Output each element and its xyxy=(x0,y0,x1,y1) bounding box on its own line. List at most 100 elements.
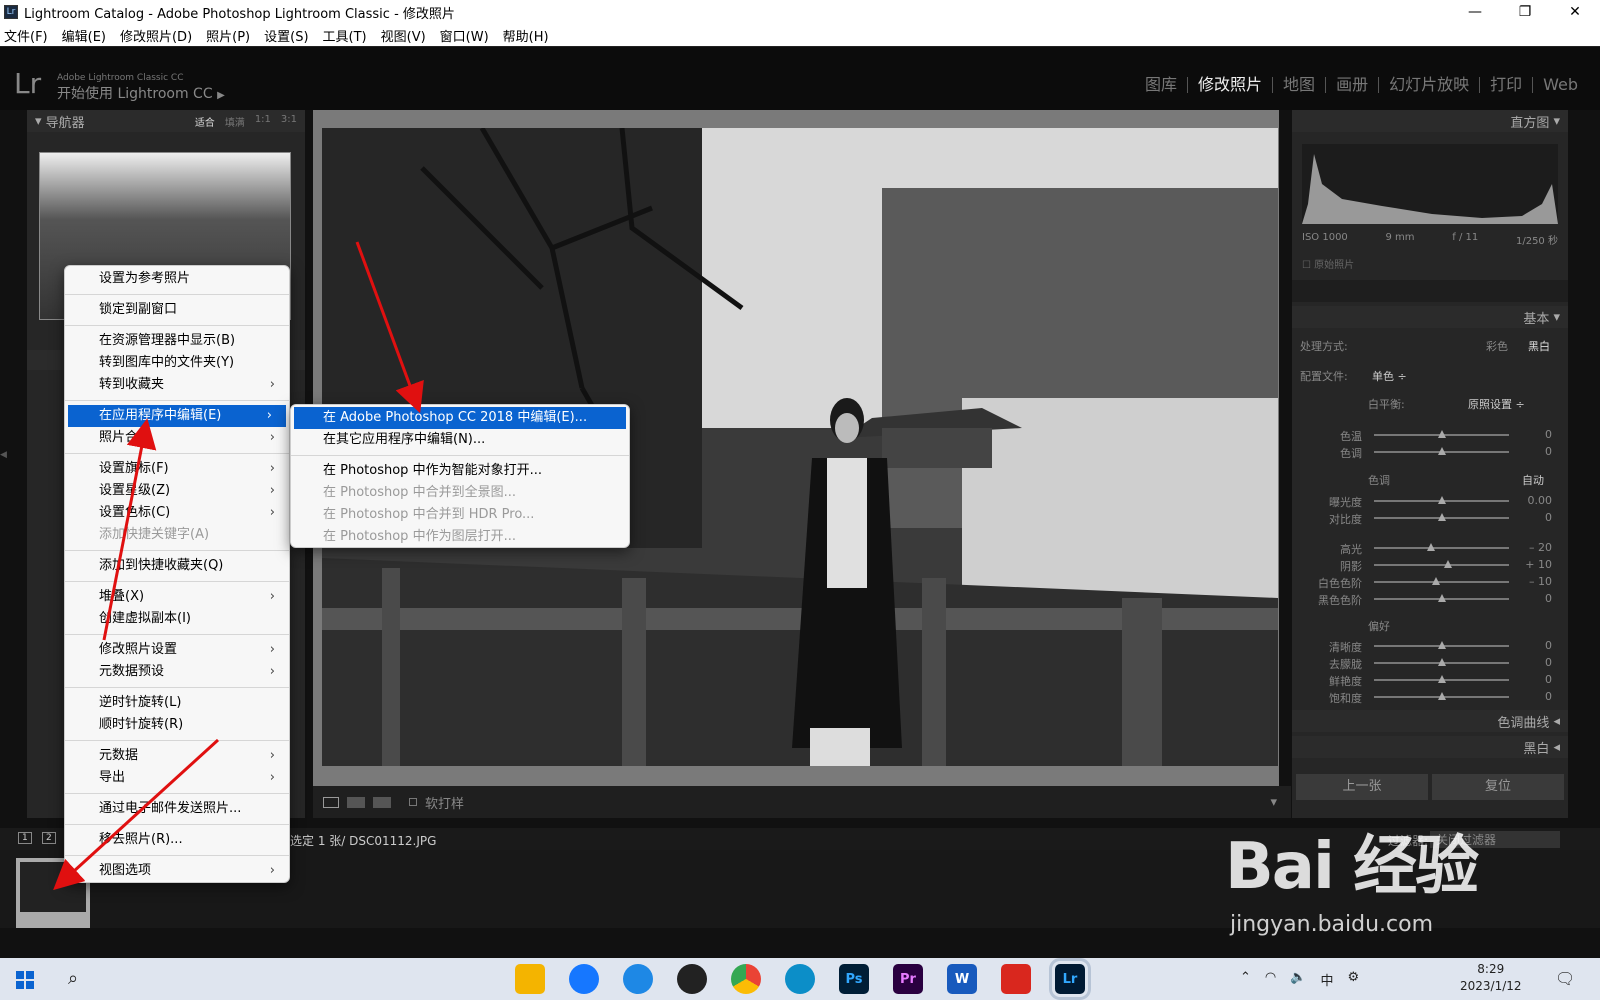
slider-value[interactable]: 0 xyxy=(1512,690,1552,703)
slider-value[interactable]: – 10 xyxy=(1512,575,1552,588)
toolbar-menu-icon[interactable]: ▾ xyxy=(1270,795,1277,810)
chevron-up-icon[interactable]: ⌃ xyxy=(1240,970,1251,989)
slider-knob[interactable] xyxy=(1426,543,1435,551)
auto-button[interactable]: 自动 xyxy=(1522,472,1544,488)
slider-row[interactable]: 色调 0 xyxy=(1300,445,1560,460)
context-menu-item[interactable]: 创建虚拟副本(I) xyxy=(65,608,289,630)
menu-photo[interactable]: 照片(P) xyxy=(206,26,250,45)
slider-value[interactable]: 0.00 xyxy=(1512,494,1553,507)
slider-knob[interactable] xyxy=(1444,560,1453,568)
treatment-bw[interactable]: 黑白 xyxy=(1528,338,1550,354)
left-panel-toggle[interactable]: ◀ xyxy=(0,450,10,470)
context-menu-item[interactable]: 视图选项 › xyxy=(65,860,289,882)
volume-icon[interactable]: 🔈 xyxy=(1290,970,1306,989)
context-menu-item[interactable]: 移去照片(R)... xyxy=(65,829,289,851)
word-icon[interactable]: W xyxy=(947,964,977,994)
clock[interactable]: 8:29 2023/1/12 xyxy=(1460,961,1522,995)
slider-row[interactable]: 曝光度 0.00 xyxy=(1300,494,1560,509)
qq-browser-icon[interactable] xyxy=(569,964,599,994)
context-menu-item[interactable]: 在应用程序中编辑(E) › xyxy=(68,405,286,427)
edge-icon[interactable] xyxy=(785,964,815,994)
slider-row[interactable]: 鲜艳度 0 xyxy=(1300,673,1560,688)
module-web[interactable]: Web xyxy=(1533,77,1588,93)
slider-value[interactable]: 0 xyxy=(1512,656,1552,669)
submenu-item[interactable]: 在 Photoshop 中作为智能对象打开... xyxy=(291,460,629,482)
slider-value[interactable]: 0 xyxy=(1512,592,1552,605)
wps-icon[interactable] xyxy=(1001,964,1031,994)
slider-track[interactable] xyxy=(1374,581,1509,583)
slider-track[interactable] xyxy=(1374,564,1509,566)
slider-value[interactable]: 0 xyxy=(1512,428,1552,441)
ime-indicator[interactable]: 中 xyxy=(1320,970,1333,989)
premiere-icon[interactable]: Pr xyxy=(893,964,923,994)
minimize-icon[interactable]: — xyxy=(1450,4,1500,20)
context-menu-item[interactable]: 修改照片设置 › xyxy=(65,639,289,661)
search-icon[interactable]: ⌕ xyxy=(68,968,78,989)
slider-knob[interactable] xyxy=(1432,577,1441,585)
menu-file[interactable]: 文件(F) xyxy=(4,26,48,45)
slider-value[interactable]: 0 xyxy=(1512,511,1552,524)
context-menu-item[interactable]: 堆叠(X) › xyxy=(65,586,289,608)
zoom-1-1[interactable]: 1:1 xyxy=(255,114,271,129)
settings-icon[interactable]: ⚙ xyxy=(1347,970,1359,989)
menu-edit[interactable]: 编辑(E) xyxy=(62,26,106,45)
brand-big-text[interactable]: 开始使用 Lightroom CC ▶ xyxy=(57,83,225,103)
file-explorer-icon[interactable] xyxy=(515,964,545,994)
context-menu-item[interactable]: 通过电子邮件发送照片... xyxy=(65,798,289,820)
context-menu-item[interactable]: 添加到快捷收藏夹(Q) xyxy=(65,555,289,577)
navigator-header[interactable]: ▾ 导航器 适合 填满 1:1 3:1 xyxy=(27,110,305,132)
slider-row[interactable]: 去朦胧 0 xyxy=(1300,656,1560,671)
slider-value[interactable]: + 10 xyxy=(1512,558,1552,571)
ie-icon[interactable] xyxy=(623,964,653,994)
menu-settings[interactable]: 设置(S) xyxy=(264,26,308,45)
page-1[interactable]: 1 xyxy=(18,832,32,844)
menu-tools[interactable]: 工具(T) xyxy=(323,26,367,45)
slider-knob[interactable] xyxy=(1437,658,1446,666)
wb-value[interactable]: 原照设置 ÷ xyxy=(1468,396,1525,412)
context-menu-item[interactable]: 在资源管理器中显示(B) xyxy=(65,330,289,352)
notification-icon[interactable]: 🗨 xyxy=(1555,969,1575,988)
qq-icon[interactable] xyxy=(677,964,707,994)
softproof-checkbox[interactable] xyxy=(409,798,417,806)
context-menu-item[interactable]: 设置色标(C) › xyxy=(65,502,289,524)
module-develop[interactable]: 修改照片 xyxy=(1188,77,1274,93)
tone-curve-header[interactable]: 色调曲线 ◂ xyxy=(1292,710,1568,732)
start-icon[interactable] xyxy=(16,971,34,989)
slider-row[interactable]: 饱和度 0 xyxy=(1300,690,1560,705)
slider-row[interactable]: 对比度 0 xyxy=(1300,511,1560,526)
slider-knob[interactable] xyxy=(1437,513,1446,521)
slider-knob[interactable] xyxy=(1437,675,1446,683)
zoom-3-1[interactable]: 3:1 xyxy=(281,114,297,129)
submenu-item[interactable]: 在其它应用程序中编辑(N)... xyxy=(291,429,629,451)
compare-icon[interactable] xyxy=(373,796,391,808)
slider-value[interactable]: – 20 xyxy=(1512,541,1552,554)
slider-value[interactable]: 0 xyxy=(1512,639,1552,652)
page-2[interactable]: 2 xyxy=(42,832,56,844)
context-menu-item[interactable]: 设置为参考照片 xyxy=(65,268,289,290)
module-print[interactable]: 打印 xyxy=(1480,77,1534,93)
basic-header[interactable]: 基本 ▾ xyxy=(1292,306,1568,328)
slider-knob[interactable] xyxy=(1437,594,1446,602)
module-map[interactable]: 地图 xyxy=(1273,77,1327,93)
before-after-icon[interactable] xyxy=(347,796,365,808)
close-icon[interactable]: ✕ xyxy=(1550,4,1600,20)
slider-value[interactable]: 0 xyxy=(1512,445,1552,458)
wifi-icon[interactable]: ◠ xyxy=(1265,970,1276,989)
context-menu-item[interactable]: 导出 › xyxy=(65,767,289,789)
original-photo-toggle[interactable]: ☐ 原始照片 xyxy=(1302,256,1354,271)
chrome-icon[interactable] xyxy=(731,964,761,994)
maximize-icon[interactable]: ❐ xyxy=(1500,4,1550,20)
module-library[interactable]: 图库 xyxy=(1135,77,1189,93)
previous-button[interactable]: 上一张 xyxy=(1296,774,1428,800)
context-menu-item[interactable]: 照片合并 › xyxy=(65,427,289,449)
context-menu-item[interactable]: 转到收藏夹 › xyxy=(65,374,289,396)
reset-button[interactable]: 复位 xyxy=(1432,774,1564,800)
treatment-color[interactable]: 彩色 xyxy=(1486,338,1508,354)
zoom-fill[interactable]: 填满 xyxy=(225,114,245,129)
profile-value[interactable]: 单色 ÷ xyxy=(1372,368,1407,384)
photoshop-icon[interactable]: Ps xyxy=(839,964,869,994)
context-menu-item[interactable]: 设置旗标(F) › xyxy=(65,458,289,480)
histogram-header[interactable]: 直方图 ▾ xyxy=(1292,110,1568,132)
slider-row[interactable]: 白色色阶 – 10 xyxy=(1300,575,1560,590)
module-book[interactable]: 画册 xyxy=(1326,77,1380,93)
